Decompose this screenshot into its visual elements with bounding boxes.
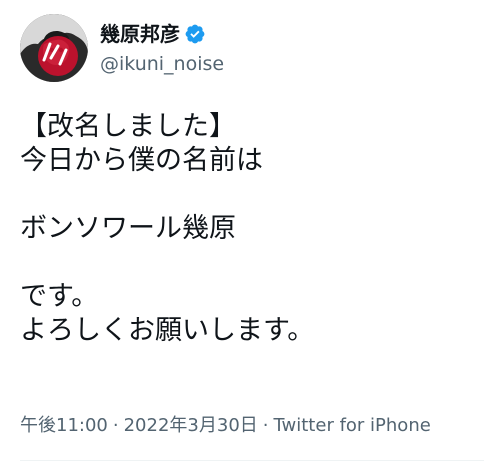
avatar-image [20,14,88,82]
tweet-time[interactable]: 午後11:00 [20,414,108,438]
user-names: 幾原邦彦 @ikuni_noise [100,19,224,77]
verified-badge-icon [184,23,206,45]
divider [20,460,484,461]
tweet-line: です。 [20,281,99,312]
tweet-line: 【改名しました】 [20,111,236,142]
avatar[interactable] [20,14,88,82]
tweet-line: よろしくお願いします。 [20,315,315,346]
meta-separator: · [112,415,119,436]
display-name-row: 幾原邦彦 [100,19,224,49]
tweet-line: 今日から僕の名前は [20,145,263,176]
display-name[interactable]: 幾原邦彦 [100,22,180,46]
tweet: 幾原邦彦 @ikuni_noise 【改名しました】 今日から僕の名前は ボンソ… [0,0,492,467]
tweet-header: 幾原邦彦 @ikuni_noise [20,14,224,82]
tweet-text: 【改名しました】 今日から僕の名前は ボンソワール幾原 です。 よろしくお願いし… [20,110,480,348]
tweet-source-link[interactable]: Twitter for iPhone [274,414,431,438]
tweet-line: ボンソワール幾原 [20,213,236,244]
meta-separator: · [262,415,269,436]
tweet-date[interactable]: 2022年3月30日 [124,414,258,438]
tweet-meta: 午後11:00 · 2022年3月30日 · Twitter for iPhon… [20,414,431,438]
user-handle[interactable]: @ikuni_noise [100,51,224,77]
